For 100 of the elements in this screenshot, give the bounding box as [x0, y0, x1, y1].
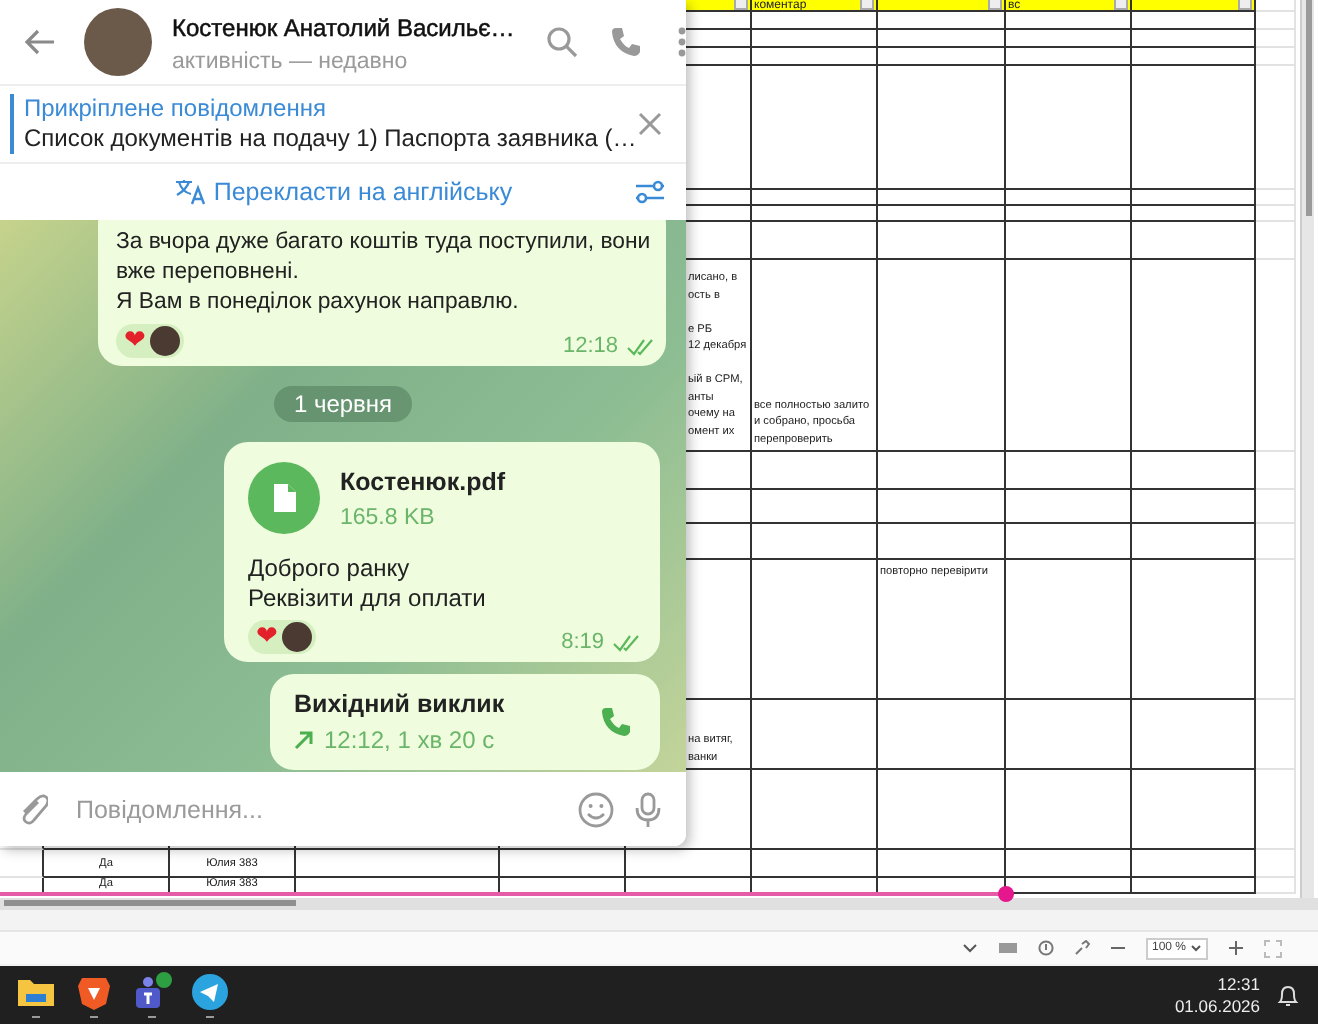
reaction-emoji: ❤: [124, 326, 146, 356]
chat-title: Костенюк Анатолий Васильє…: [172, 11, 515, 43]
table-cell: [1006, 48, 1132, 66]
link-icon[interactable]: [1073, 940, 1090, 956]
back-arrow-icon[interactable]: [24, 28, 56, 56]
message-time: 12:18: [562, 334, 618, 358]
table-cell: [1006, 524, 1132, 560]
table-cell: [1256, 48, 1296, 66]
table-cell: [752, 452, 878, 490]
table-cell: [752, 48, 878, 66]
table-cell: [1256, 222, 1296, 260]
avatar[interactable]: [84, 8, 152, 76]
table-cell: [1256, 452, 1296, 490]
table-cell: [1132, 490, 1256, 524]
table-cell: [1132, 48, 1256, 66]
reactor-avatar: [281, 622, 312, 652]
table-cell: [752, 222, 878, 260]
search-icon[interactable]: [546, 26, 579, 58]
chevron-down-icon[interactable]: [961, 940, 978, 956]
table-cell: [878, 770, 1006, 850]
table-cell: [752, 524, 878, 560]
lion-shield-icon[interactable]: [74, 972, 114, 1012]
table-cell: [1256, 490, 1296, 524]
notification-bell-icon[interactable]: [1276, 983, 1300, 1007]
table-cell: [878, 524, 1006, 560]
file-name[interactable]: Костенюк.pdf: [340, 467, 506, 495]
table-cell: [1256, 12, 1296, 30]
reaction-emoji: ❤: [256, 622, 278, 652]
table-cell: [1256, 30, 1296, 48]
outgoing-arrow-icon: [294, 730, 314, 750]
call-title: Вихідний виклик: [294, 690, 507, 718]
message-input[interactable]: Повідомлення...: [68, 795, 558, 823]
emoji-icon[interactable]: [578, 791, 614, 827]
vertical-scrollbar[interactable]: [1300, 0, 1314, 898]
table-cell: [1006, 30, 1132, 48]
table-cell: [878, 222, 1006, 260]
document-icon[interactable]: [248, 462, 320, 534]
reactor-avatar: [149, 326, 180, 356]
table-cell: [1256, 560, 1296, 700]
table-cell: [752, 560, 878, 700]
table-cell: [878, 490, 1006, 524]
table-cell: [1006, 490, 1132, 524]
table-cell: [1006, 850, 1132, 878]
table-cell: [1006, 452, 1132, 490]
table-cell: [878, 850, 1006, 878]
paper-plane-icon[interactable]: [190, 972, 230, 1012]
table-cell: [1132, 560, 1256, 700]
table-cell: [1132, 452, 1256, 490]
table-cell: [1132, 222, 1256, 260]
more-icon[interactable]: [678, 26, 686, 58]
pinned-label: Прикріплене повідомлення: [24, 94, 328, 124]
filter-button[interactable]: [860, 0, 874, 10]
call-details: 12:12, 1 хв 20 с: [324, 726, 495, 754]
filter-button[interactable]: [734, 0, 748, 10]
phone-icon[interactable]: [600, 706, 632, 738]
translate-icon: [173, 178, 206, 206]
fullscreen-icon[interactable]: [1264, 939, 1282, 957]
reaction-pill[interactable]: ❤: [248, 620, 316, 654]
info-icon[interactable]: [1037, 940, 1054, 956]
table-cell: [878, 700, 1006, 770]
keyboard-icon[interactable]: [997, 940, 1018, 956]
table-cell: [1132, 850, 1256, 878]
table-cell: [878, 66, 1006, 190]
horizontal-scrollbar[interactable]: [0, 898, 1318, 910]
date-divider: 1 червня: [273, 386, 413, 422]
filter-button[interactable]: [988, 0, 1002, 10]
table-cell: [1006, 770, 1132, 850]
table-cell: [878, 48, 1006, 66]
table-cell: [1256, 850, 1296, 878]
table-cell: [1256, 524, 1296, 560]
filter-button[interactable]: [1114, 0, 1128, 10]
microphone-icon[interactable]: [634, 791, 662, 827]
translate-button[interactable]: Перекласти на англійську: [173, 178, 513, 206]
pinned-text: Список документів на подачу 1) Паспорта заявника (…: [24, 124, 638, 154]
table-cell: [878, 30, 1006, 48]
clock-date[interactable]: 01.06.2026: [1174, 995, 1260, 1017]
reaction-pill[interactable]: ❤: [116, 324, 184, 358]
message-text: Доброго ранку Реквізити для оплати: [248, 554, 488, 614]
table-cell: [1132, 524, 1256, 560]
close-icon[interactable]: [638, 112, 662, 136]
table-cell: [752, 30, 878, 48]
table-cell: [1006, 560, 1132, 700]
table-cell: [1132, 770, 1256, 850]
table-cell: [1256, 770, 1296, 850]
table-cell: [1132, 700, 1256, 770]
table-cell: [752, 490, 878, 524]
table-cell: [752, 66, 878, 190]
team-app-icon[interactable]: [132, 972, 172, 1012]
plus-icon[interactable]: [1228, 940, 1244, 956]
pinned-message-bar[interactable]: Прикріплене повідомлення Список документів на подачу 1) Паспорта заявника (…: [0, 84, 686, 162]
clock-time[interactable]: 12:31: [1217, 973, 1260, 995]
settings-sliders-icon[interactable]: [634, 178, 666, 206]
table-cell: [1256, 66, 1296, 190]
table-cell: [1006, 66, 1132, 190]
table-cell: [878, 452, 1006, 490]
table-cell: [752, 700, 878, 770]
chat-status: активність — недавно: [172, 49, 410, 73]
phone-icon[interactable]: [610, 26, 643, 58]
table-cell: [1006, 700, 1132, 770]
filter-button[interactable]: [1238, 0, 1252, 10]
